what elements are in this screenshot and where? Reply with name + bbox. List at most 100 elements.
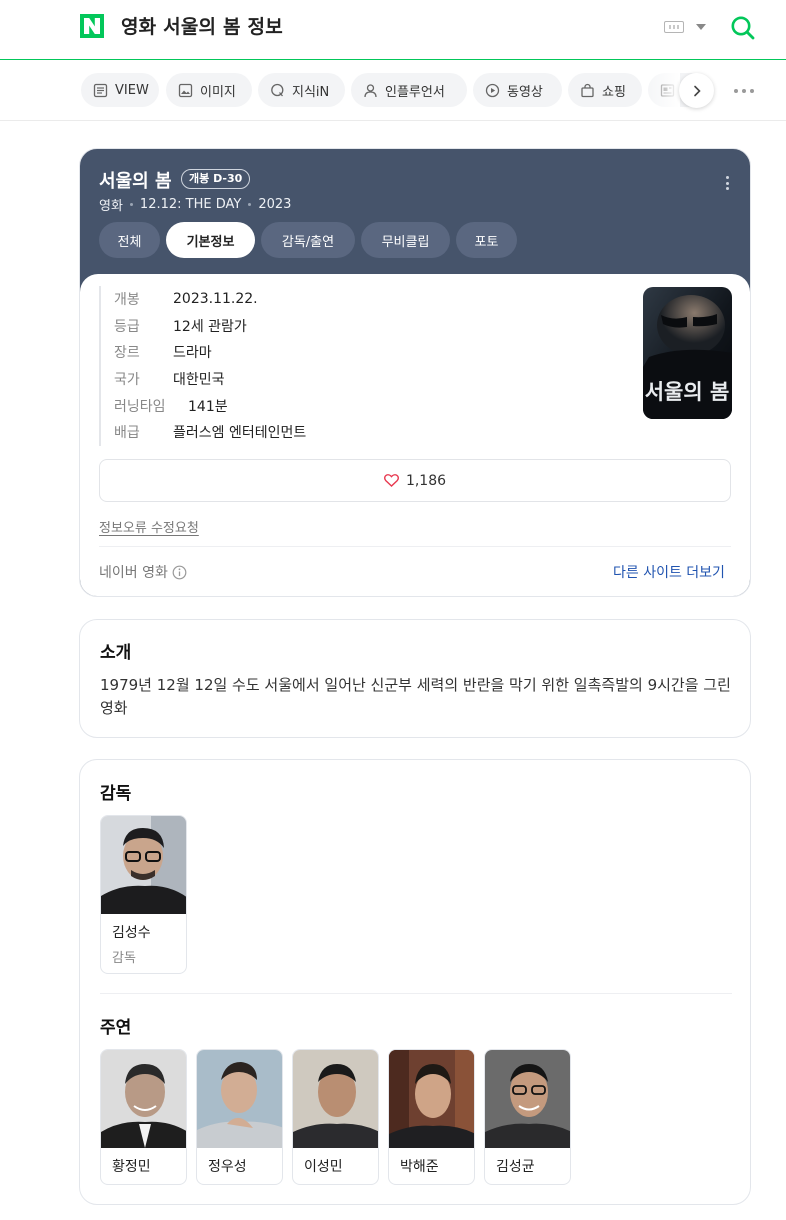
info-list: 개봉 2023.11.22. 등급 12세 관람가 장르 드라마 국가 대한민국 러닝타… — [99, 286, 306, 446]
search-query-text[interactable]: 영화 서울의 봄 정보 — [121, 12, 283, 39]
cast-card[interactable]: 김성균 — [484, 1049, 571, 1185]
info-row-country: 국가 대한민국 — [114, 366, 306, 393]
search-header: 영화 서울의 봄 정보 — [0, 0, 786, 60]
cast-card[interactable]: 박해준 — [388, 1049, 475, 1185]
cast-photo — [485, 1050, 570, 1148]
movie-poster[interactable]: 서울의 봄 — [643, 287, 732, 419]
separator-dot — [248, 203, 252, 206]
tab-fade-overlay — [640, 61, 680, 120]
director-card[interactable]: 김성수 감독 — [100, 815, 187, 974]
tab-kin[interactable]: 지식iN — [258, 73, 345, 107]
director-name: 김성수 — [112, 925, 151, 941]
cast-photo — [389, 1050, 474, 1148]
tab-label: 동영상 — [507, 84, 543, 100]
tab-label: 쇼핑 — [602, 84, 626, 100]
tab-video[interactable]: 동영상 — [473, 73, 562, 107]
cast-name: 황정민 — [112, 1159, 151, 1175]
like-button[interactable]: 1,186 — [99, 459, 731, 502]
info-key: 배급 — [114, 425, 140, 442]
more-sites-link[interactable]: 다른 사이트 더보기 — [613, 562, 725, 582]
info-value: 141분 — [188, 398, 228, 415]
search-tab-bar: VIEW 이미지 지식iN 인플루언서 동영상 쇼핑 — [0, 61, 786, 121]
cast-name: 정우성 — [208, 1159, 247, 1175]
cast-photo — [197, 1050, 282, 1148]
info-row-runtime: 러닝타임 141분 — [114, 392, 306, 419]
movie-year: 2023 — [258, 197, 292, 212]
tab-label: 이미지 — [200, 84, 236, 100]
source-name: 네이버 영화 — [99, 565, 168, 581]
divider — [100, 993, 732, 994]
chevron-down-icon[interactable] — [696, 24, 706, 30]
bag-icon — [581, 83, 594, 97]
tab-label: 지식iN — [292, 84, 330, 100]
subtab-all[interactable]: 전체 — [99, 222, 160, 258]
info-icon[interactable] — [172, 565, 187, 580]
cast-card[interactable]: 정우성 — [196, 1049, 283, 1185]
search-icon — [731, 16, 755, 40]
info-row-distributor: 배급 플러스엠 엔터테인먼트 — [114, 419, 306, 446]
info-key: 개봉 — [114, 292, 140, 309]
tab-scroll-next-button[interactable] — [679, 73, 714, 108]
info-row-rating: 등급 12세 관람가 — [114, 313, 306, 340]
tab-image[interactable]: 이미지 — [166, 73, 252, 107]
movie-type: 영화 — [99, 199, 123, 214]
tab-shopping[interactable]: 쇼핑 — [568, 73, 642, 107]
director-photo — [101, 816, 186, 914]
speech-q-icon — [271, 83, 284, 96]
info-key: 국가 — [114, 372, 140, 389]
cast-photo — [293, 1050, 378, 1148]
report-error-link[interactable]: 정보오류 수정요청 — [99, 517, 199, 536]
subtab-basic-info[interactable]: 기본정보 — [166, 222, 255, 258]
cast-name: 김성균 — [496, 1159, 535, 1175]
intro-text: 1979년 12월 12일 수도 서울에서 일어난 신군부 세력의 반란을 막기… — [100, 676, 731, 717]
search-button[interactable] — [729, 14, 757, 42]
tab-influencer[interactable]: 인플루언서 — [351, 73, 467, 107]
director-role: 감독 — [112, 951, 136, 966]
cast-name: 이성민 — [304, 1159, 343, 1175]
poster-title: 서울의 봄 — [645, 379, 730, 404]
heart-icon — [383, 474, 399, 487]
cast-photo — [101, 1050, 186, 1148]
movie-title[interactable]: 서울의 봄 — [99, 167, 172, 193]
cast-section-title: 주연 — [100, 1018, 132, 1038]
director-section-title: 감독 — [100, 784, 132, 804]
chevron-right-icon — [693, 85, 701, 96]
subtab-director-cast[interactable]: 감독/출연 — [261, 222, 355, 258]
info-value: 드라마 — [173, 345, 212, 362]
tab-view[interactable]: VIEW — [81, 73, 159, 107]
release-dday-badge: 개봉 D-30 — [181, 169, 251, 189]
crew-card: 감독 김성수 감독 주연 황정민 정우성 이성민 박해준 김성균 — [79, 759, 751, 1205]
info-key: 등급 — [114, 318, 140, 335]
info-value: 대한민국 — [173, 372, 225, 389]
keyboard-icon[interactable] — [664, 21, 684, 33]
like-count: 1,186 — [405, 472, 447, 489]
kebab-menu-icon[interactable] — [726, 176, 730, 190]
intro-title: 소개 — [100, 643, 132, 663]
cast-card[interactable]: 황정민 — [100, 1049, 187, 1185]
subtab-movie-clip[interactable]: 무비클립 — [361, 222, 450, 258]
info-value: 플러스엠 엔터테인먼트 — [173, 425, 307, 442]
movie-basic-info: 개봉 2023.11.22. 등급 12세 관람가 장르 드라마 국가 대한민국 러닝타… — [80, 274, 750, 596]
intro-card: 소개 1979년 12월 12일 수도 서울에서 일어난 신군부 세력의 반란을… — [79, 619, 751, 738]
info-key: 러닝타임 — [114, 398, 166, 415]
info-row-genre: 장르 드라마 — [114, 339, 306, 366]
play-icon — [485, 83, 500, 97]
movie-card-header: 서울의 봄 개봉 D-30 영화 12.12: THE DAY 2023 전체 … — [80, 149, 750, 274]
info-key: 장르 — [114, 345, 140, 362]
source-label: 네이버 영화 — [99, 562, 187, 582]
info-row-release: 개봉 2023.11.22. — [114, 286, 306, 313]
info-value: 12세 관람가 — [173, 318, 247, 335]
tab-label: 인플루언서 — [385, 84, 445, 100]
naver-logo-icon[interactable] — [80, 14, 104, 38]
divider — [99, 546, 731, 547]
cast-card[interactable]: 이성민 — [292, 1049, 379, 1185]
cast-name: 박해준 — [400, 1159, 439, 1175]
more-icon[interactable] — [734, 89, 754, 95]
person-icon — [364, 83, 377, 97]
movie-english-title: 12.12: THE DAY — [139, 197, 242, 212]
separator-dot — [129, 203, 133, 206]
document-icon — [93, 83, 108, 97]
subtab-photo[interactable]: 포토 — [456, 222, 517, 258]
movie-meta: 영화 12.12: THE DAY 2023 — [99, 195, 291, 214]
tab-label: VIEW — [115, 82, 149, 98]
